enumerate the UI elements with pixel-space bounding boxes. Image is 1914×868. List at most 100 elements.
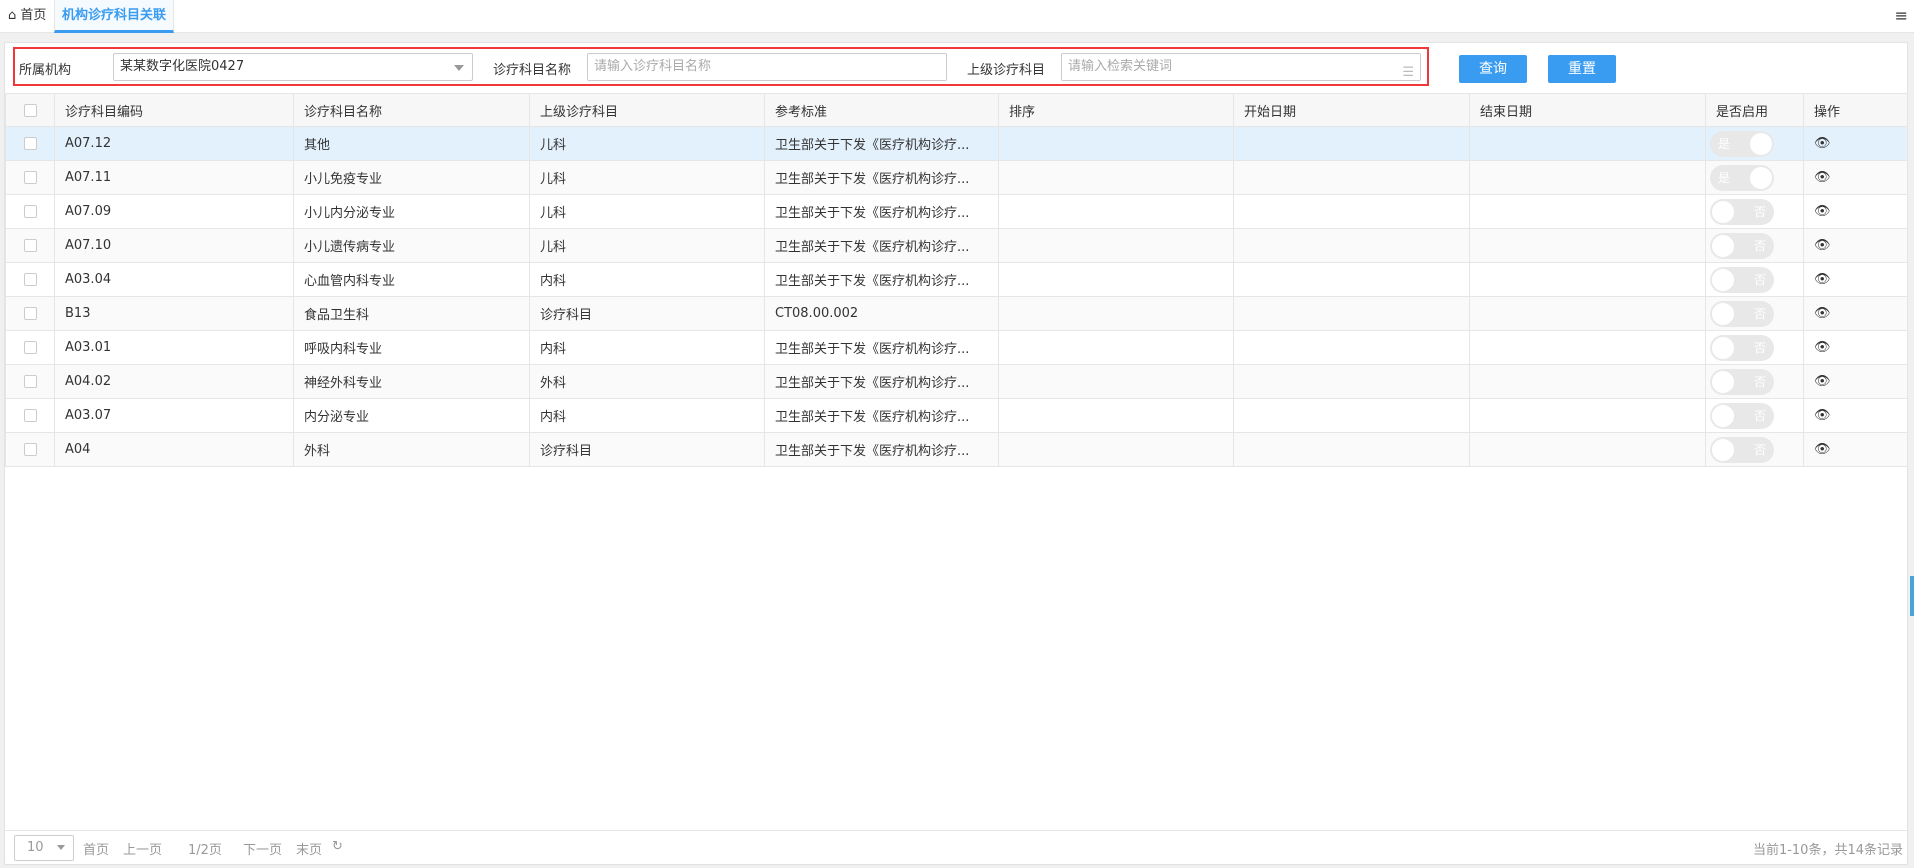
cell-end-date: [1469, 432, 1706, 467]
table-row[interactable]: A07.10 小儿遗传病专业 儿科 卫生部关于下发《医疗机构诊疗... 否 👁: [5, 228, 1908, 263]
enabled-toggle[interactable]: 否: [1710, 436, 1774, 463]
cell-code: A04: [54, 432, 294, 467]
row-checkbox[interactable]: [23, 341, 37, 354]
toggle-text: 否: [1753, 238, 1766, 253]
row-checkbox[interactable]: [23, 375, 37, 388]
name-placeholder: 请输入诊疗科目名称: [594, 59, 712, 74]
cell-code: B13: [54, 296, 294, 331]
enabled-toggle[interactable]: 否: [1710, 300, 1774, 327]
cell-name: 食品卫生科: [293, 296, 530, 331]
chevron-down-icon: [57, 845, 65, 850]
row-checkbox[interactable]: [23, 409, 37, 422]
toggle-text: 是: [1718, 136, 1731, 151]
name-input[interactable]: 请输入诊疗科目名称: [587, 53, 947, 81]
eye-icon[interactable]: 👁: [1814, 408, 1831, 423]
eye-icon[interactable]: 👁: [1814, 374, 1831, 389]
row-checkbox[interactable]: [23, 307, 37, 320]
col-sort[interactable]: 排序: [998, 93, 1234, 127]
col-end-date[interactable]: 结束日期: [1469, 93, 1706, 127]
refresh-icon[interactable]: ↻: [332, 839, 343, 854]
filter-bar: 所属机构 某某数字化医院0427 诊疗科目名称 请输入诊疗科目名称 上级诊疗科目…: [13, 47, 1429, 86]
prev-page-link[interactable]: 上一页: [123, 839, 162, 858]
first-page-link[interactable]: 首页: [83, 839, 109, 858]
row-checkbox[interactable]: [23, 273, 37, 286]
table-row[interactable]: A04.02 神经外科专业 外科 卫生部关于下发《医疗机构诊疗... 否 👁: [5, 364, 1908, 399]
tab-bar: ⌂ 首页 机构诊疗科目关联× ≡: [0, 0, 1914, 55]
cell-code: A07.10: [54, 228, 294, 263]
eye-icon[interactable]: 👁: [1814, 442, 1831, 457]
col-action: 操作: [1803, 93, 1908, 127]
cell-start-date: [1233, 398, 1470, 433]
cell-sort: [998, 228, 1234, 263]
col-start-date[interactable]: 开始日期: [1233, 93, 1470, 127]
row-checkbox[interactable]: [23, 239, 37, 252]
cell-parent: 内科: [529, 398, 765, 433]
toggle-text: 否: [1753, 340, 1766, 355]
side-handle[interactable]: [1910, 576, 1914, 616]
enabled-toggle[interactable]: 是: [1710, 130, 1774, 157]
org-select[interactable]: 某某数字化医院0427: [113, 53, 473, 81]
query-button[interactable]: 查询: [1459, 55, 1527, 83]
col-code[interactable]: 诊疗科目编码: [54, 93, 294, 127]
parent-placeholder: 请输入检索关键词: [1068, 59, 1173, 74]
table-row[interactable]: A07.09 小儿内分泌专业 儿科 卫生部关于下发《医疗机构诊疗... 否 👁: [5, 194, 1908, 229]
row-checkbox[interactable]: [23, 205, 37, 218]
cell-sort: [998, 364, 1234, 399]
select-all-checkbox[interactable]: [23, 103, 37, 117]
cell-code: A07.12: [54, 126, 294, 161]
col-parent[interactable]: 上级诊疗科目: [529, 93, 765, 127]
table-row[interactable]: B13 食品卫生科 诊疗科目 CT08.00.002 否 👁: [5, 296, 1908, 331]
cell-standard: 卫生部关于下发《医疗机构诊疗...: [764, 398, 999, 433]
eye-icon[interactable]: 👁: [1814, 170, 1831, 185]
eye-icon[interactable]: 👁: [1814, 204, 1831, 219]
enabled-toggle[interactable]: 否: [1710, 334, 1774, 361]
cell-start-date: [1233, 364, 1470, 399]
cell-sort: [998, 398, 1234, 433]
next-page-link[interactable]: 下一页: [243, 839, 282, 858]
cell-start-date: [1233, 160, 1470, 195]
enabled-toggle[interactable]: 否: [1710, 198, 1774, 225]
table-row[interactable]: A03.04 心血管内科专业 内科 卫生部关于下发《医疗机构诊疗... 否 👁: [5, 262, 1908, 297]
table-row[interactable]: A03.07 内分泌专业 内科 卫生部关于下发《医疗机构诊疗... 否 👁: [5, 398, 1908, 433]
enabled-toggle[interactable]: 否: [1710, 266, 1774, 293]
cell-standard: 卫生部关于下发《医疗机构诊疗...: [764, 126, 999, 161]
page-size-select[interactable]: 10: [14, 835, 74, 861]
table-row[interactable]: A07.11 小儿免疫专业 儿科 卫生部关于下发《医疗机构诊疗... 是 👁: [5, 160, 1908, 195]
tab-org-dept[interactable]: 机构诊疗科目关联×: [54, 0, 174, 55]
eye-icon[interactable]: 👁: [1814, 136, 1831, 151]
enabled-toggle[interactable]: 否: [1710, 402, 1774, 429]
cell-name: 小儿遗传病专业: [293, 228, 530, 263]
eye-icon[interactable]: 👁: [1814, 306, 1831, 321]
col-name[interactable]: 诊疗科目名称: [293, 93, 530, 127]
enabled-toggle[interactable]: 否: [1710, 368, 1774, 395]
eye-icon[interactable]: 👁: [1814, 272, 1831, 287]
enabled-toggle[interactable]: 是: [1710, 164, 1774, 191]
col-enabled[interactable]: 是否启用: [1705, 93, 1804, 127]
toggle-text: 否: [1753, 374, 1766, 389]
eye-icon[interactable]: 👁: [1814, 238, 1831, 253]
cell-parent: 内科: [529, 262, 765, 297]
cell-name: 外科: [293, 432, 530, 467]
row-checkbox[interactable]: [23, 171, 37, 184]
table-row[interactable]: A07.12 其他 儿科 卫生部关于下发《医疗机构诊疗... 是 👁: [5, 126, 1908, 161]
eye-icon[interactable]: 👁: [1814, 340, 1831, 355]
toggle-text: 否: [1753, 272, 1766, 287]
menu-icon[interactable]: ≡: [1895, 6, 1908, 25]
table-row[interactable]: A04 外科 诊疗科目 卫生部关于下发《医疗机构诊疗... 否 👁: [5, 432, 1908, 467]
cell-code: A03.07: [54, 398, 294, 433]
cell-standard: 卫生部关于下发《医疗机构诊疗...: [764, 160, 999, 195]
page-indicator: 1/2页: [188, 843, 222, 858]
cell-standard: 卫生部关于下发《医疗机构诊疗...: [764, 432, 999, 467]
cell-code: A07.09: [54, 194, 294, 229]
table-row[interactable]: A03.01 呼吸内科专业 内科 卫生部关于下发《医疗机构诊疗... 否 👁: [5, 330, 1908, 365]
tab-home[interactable]: ⌂ 首页: [8, 0, 46, 33]
enabled-toggle[interactable]: 否: [1710, 232, 1774, 259]
cell-parent: 儿科: [529, 160, 765, 195]
last-page-link[interactable]: 末页: [296, 839, 322, 858]
col-standard[interactable]: 参考标准: [764, 93, 999, 127]
list-icon[interactable]: ☰: [1402, 60, 1414, 86]
parent-input[interactable]: 请输入检索关键词 ☰: [1061, 53, 1421, 81]
row-checkbox[interactable]: [23, 137, 37, 150]
row-checkbox[interactable]: [23, 443, 37, 456]
reset-button[interactable]: 重置: [1548, 55, 1616, 83]
